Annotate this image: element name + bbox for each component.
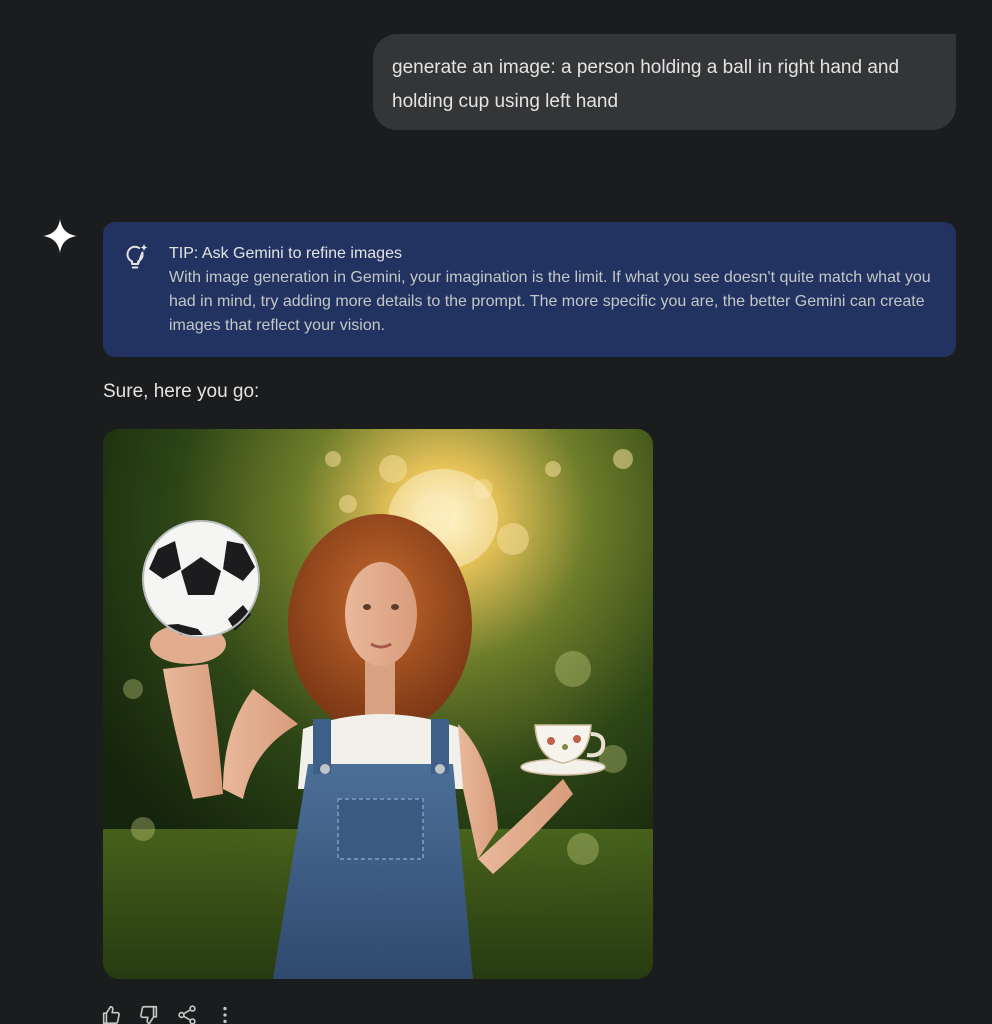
gemini-sparkle-icon — [43, 219, 77, 253]
user-message-line-1: generate an image: a person holding a ba… — [392, 57, 900, 78]
response-text: Sure, here you go: — [103, 381, 260, 402]
tip-title: TIP: Ask Gemini to refine images — [169, 245, 402, 262]
lightbulb-sparkle-icon — [126, 243, 148, 269]
tip-card: TIP: Ask Gemini to refine images With im… — [103, 222, 956, 357]
tip-body: With image generation in Gemini, your im… — [169, 269, 931, 334]
user-message-line-2: holding cup using left hand — [392, 91, 619, 112]
share-icon[interactable] — [176, 1004, 198, 1024]
thumbs-up-icon[interactable] — [100, 1004, 122, 1024]
user-message-bubble: generate an image: a person holding a ba… — [373, 34, 956, 130]
generated-image[interactable] — [103, 429, 653, 979]
thumbs-down-icon[interactable] — [138, 1004, 160, 1024]
chat-page: generate an image: a person holding a ba… — [0, 0, 992, 1024]
more-vert-icon[interactable] — [214, 1004, 236, 1024]
response-actions — [100, 1004, 236, 1024]
